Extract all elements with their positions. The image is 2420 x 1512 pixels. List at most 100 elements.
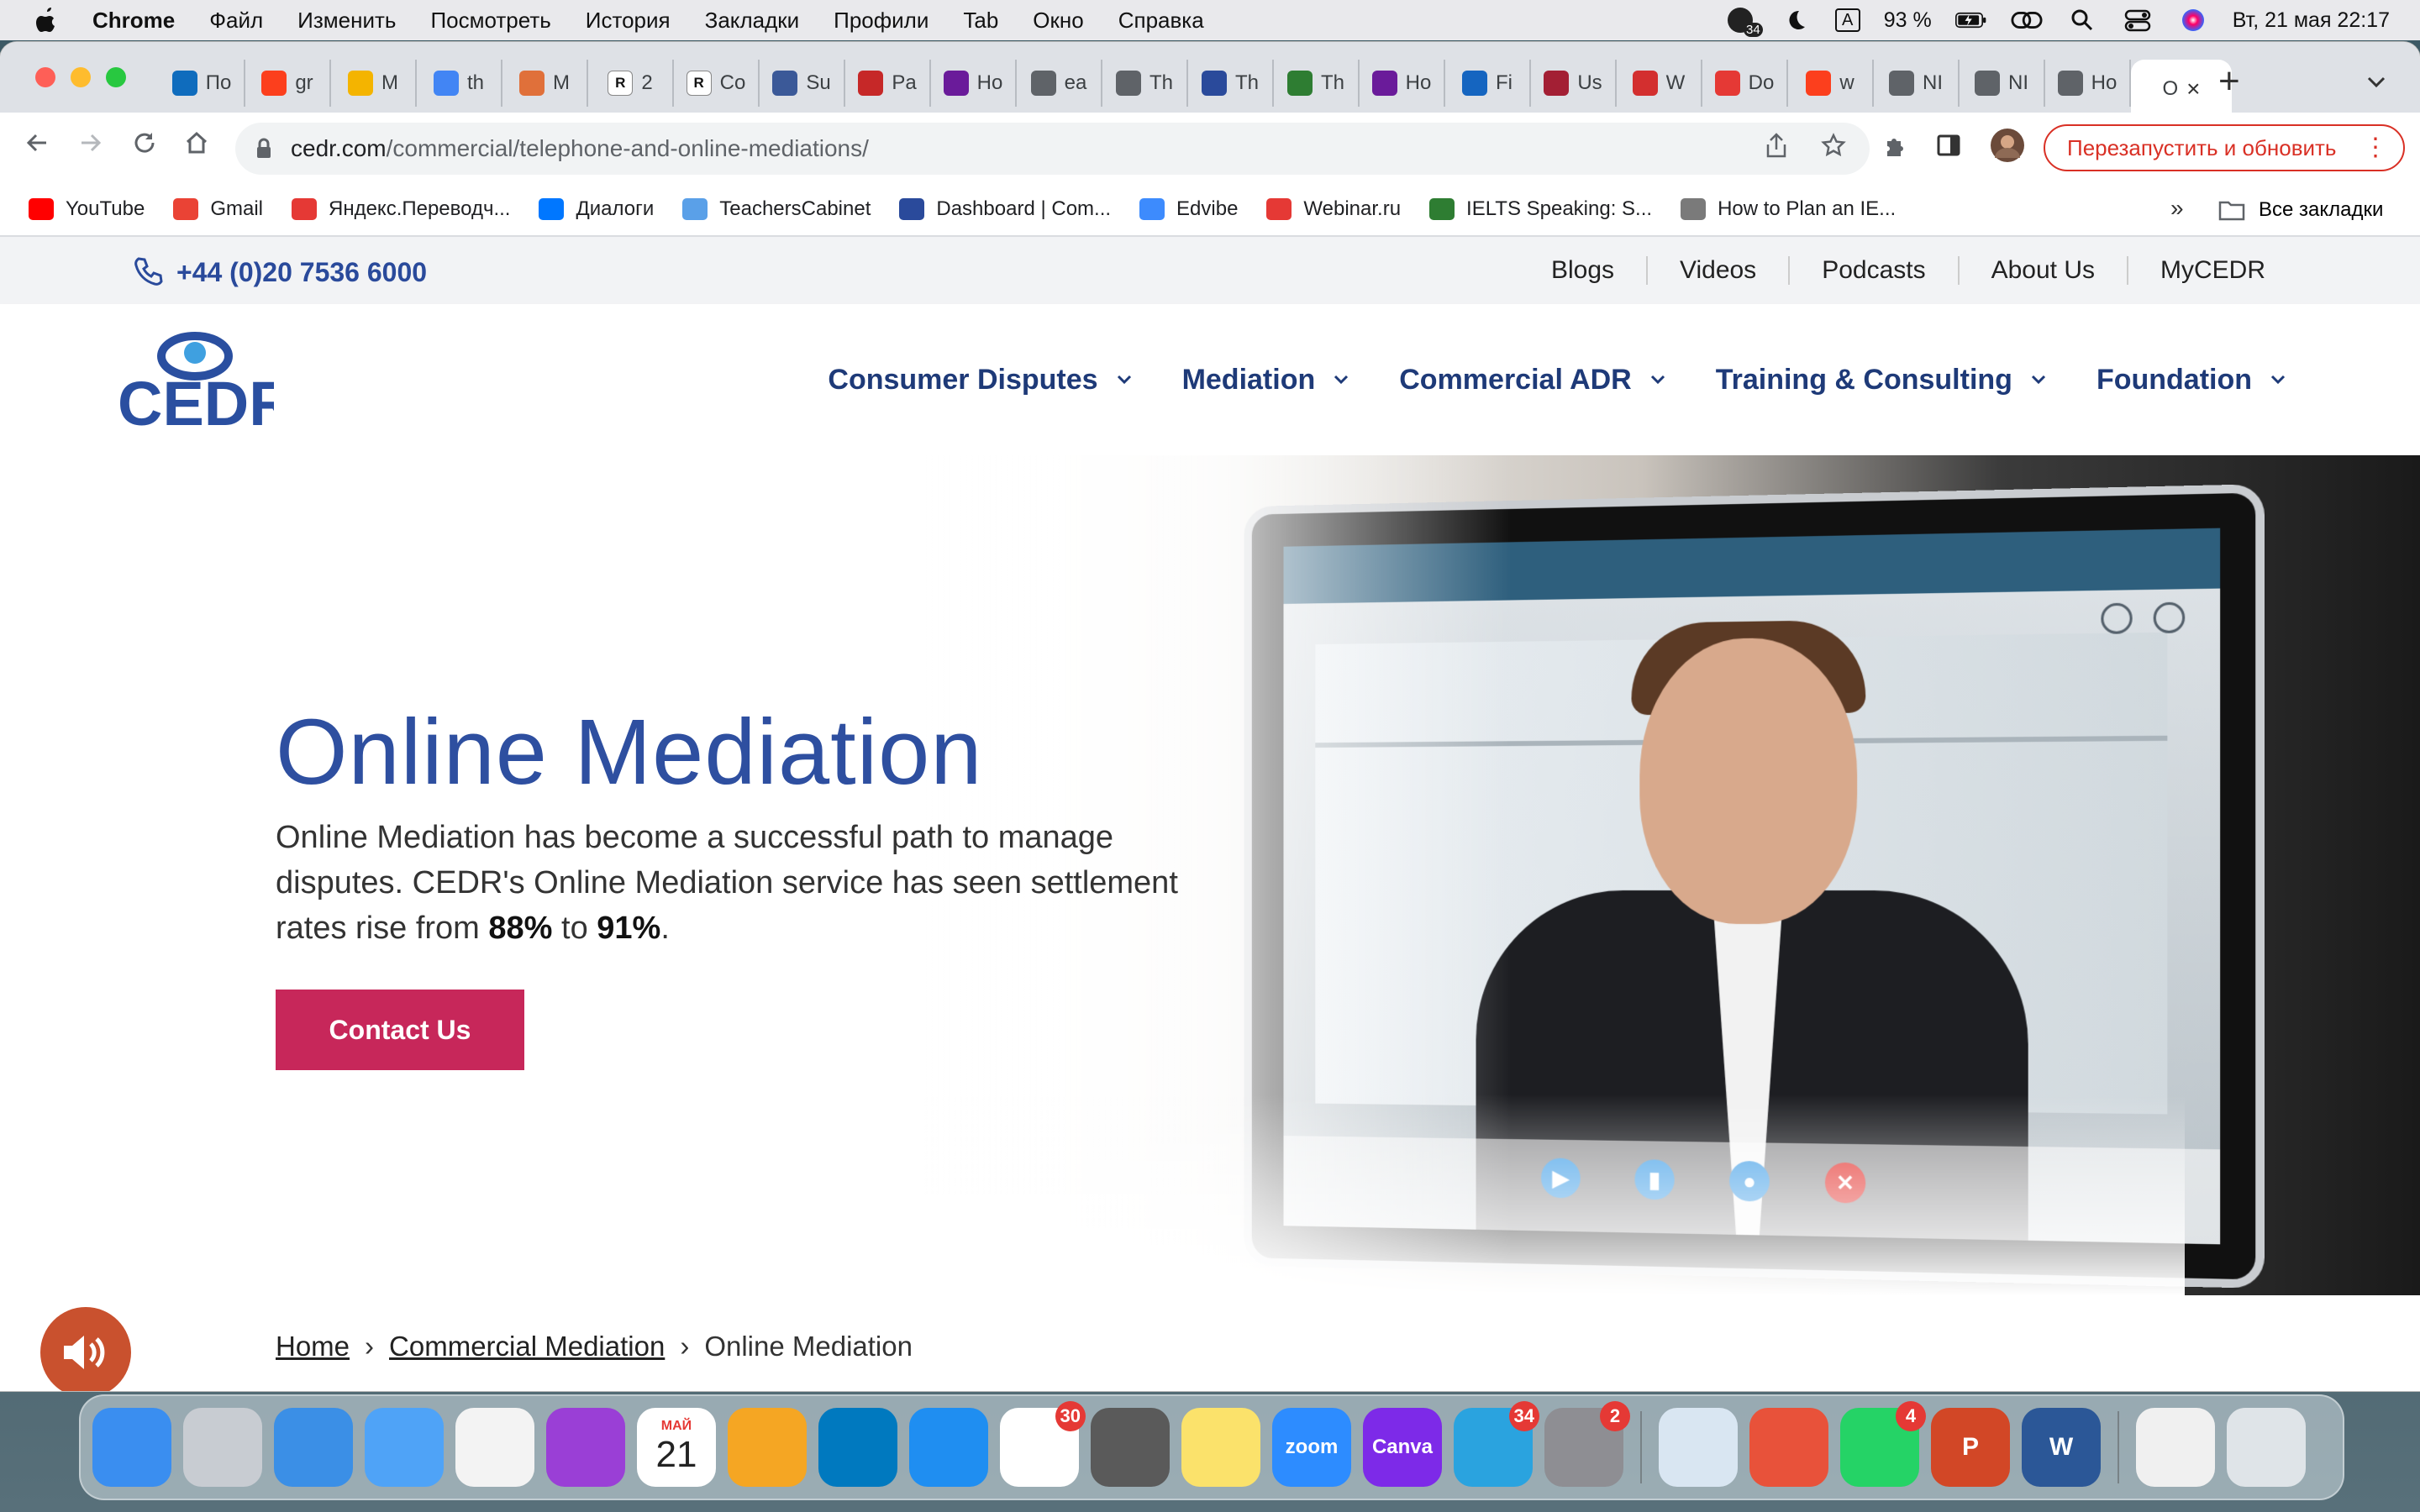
lock-icon[interactable] [255, 138, 272, 160]
nav-training-consulting[interactable]: Training & Consulting [1716, 364, 2046, 396]
menu-edit[interactable]: Изменить [297, 8, 396, 34]
home-button[interactable] [176, 128, 217, 163]
close-window-button[interactable] [35, 67, 55, 87]
control-center-icon[interactable] [2122, 7, 2154, 34]
bookmark-item[interactable]: Dashboard | Com... [899, 197, 1111, 221]
browser-tab[interactable]: R Co [674, 60, 760, 107]
browser-tab[interactable]: Us [1531, 60, 1617, 107]
menu-profiles[interactable]: Профили [834, 8, 929, 34]
side-panel-icon[interactable] [1936, 133, 1961, 162]
browser-tab[interactable]: NI [1960, 60, 2045, 107]
menu-help[interactable]: Справка [1118, 8, 1204, 34]
browser-tab[interactable]: M [331, 60, 417, 107]
preview-icon[interactable] [1659, 1408, 1738, 1487]
browser-tab[interactable]: Th [1188, 60, 1274, 107]
back-button[interactable] [17, 128, 57, 163]
word-icon[interactable]: W [2022, 1408, 2101, 1487]
browser-tab[interactable]: Ho [931, 60, 1017, 107]
link-videos[interactable]: Videos [1646, 256, 1788, 285]
pages-icon[interactable] [728, 1408, 807, 1487]
browser-tab[interactable]: Pa [845, 60, 931, 107]
speaker-audio-button[interactable] [40, 1307, 131, 1391]
contact-us-button[interactable]: Contact Us [276, 990, 524, 1070]
appstore-icon[interactable] [909, 1408, 988, 1487]
trash-icon[interactable] [2227, 1408, 2306, 1487]
canva-icon[interactable]: Canva [1363, 1408, 1442, 1487]
cedr-logo[interactable]: CEDR [118, 331, 274, 432]
browser-tab[interactable]: ea [1017, 60, 1102, 107]
nav-mediation[interactable]: Mediation [1182, 364, 1349, 396]
photos-icon[interactable] [455, 1408, 534, 1487]
whatsapp-icon[interactable]: 4 [1840, 1401, 1926, 1487]
trello-icon[interactable] [818, 1408, 897, 1487]
calendar-icon[interactable]: МАЙ 21 [637, 1408, 716, 1487]
zoom-window-button[interactable] [106, 67, 126, 87]
powerpoint-icon[interactable]: P [1931, 1408, 2010, 1487]
browser-tab[interactable]: Ho [1360, 60, 1445, 107]
bookmark-item[interactable]: Edvibe [1139, 197, 1238, 221]
bookmark-star-icon[interactable] [1821, 133, 1846, 165]
share-icon[interactable] [1765, 133, 1787, 165]
link-podcasts[interactable]: Podcasts [1788, 256, 1957, 285]
launchpad-icon[interactable] [183, 1408, 262, 1487]
safari-icon[interactable] [274, 1408, 353, 1487]
menu-file[interactable]: Файл [209, 8, 263, 34]
extensions-puzzle-icon[interactable] [1882, 133, 1907, 162]
breadcrumb-home[interactable]: Home [276, 1331, 350, 1362]
breadcrumb-commercial-mediation[interactable]: Commercial Mediation [389, 1331, 665, 1362]
notes-icon[interactable] [1181, 1408, 1260, 1487]
bookmark-item[interactable]: Webinar.ru [1266, 197, 1401, 221]
browser-tab[interactable]: Th [1102, 60, 1188, 107]
reload-button[interactable] [124, 128, 165, 163]
menu-datetime[interactable]: Вт, 21 мая 22:17 [2233, 8, 2390, 33]
link-icon[interactable] [2011, 7, 2043, 34]
bookmark-item[interactable]: How to Plan an IE... [1681, 197, 1896, 221]
zoom-icon[interactable]: zoom [1272, 1408, 1351, 1487]
browser-tab[interactable]: M [502, 60, 588, 107]
browser-tab[interactable]: Th [1274, 60, 1360, 107]
document-thumb-icon[interactable] [2136, 1408, 2215, 1487]
xmind-icon[interactable] [1749, 1408, 1828, 1487]
bookmark-item[interactable]: IELTS Speaking: S... [1429, 197, 1652, 221]
browser-tab[interactable]: gr [245, 60, 331, 107]
search-icon[interactable] [2066, 7, 2098, 34]
tab-active[interactable]: O × [2131, 60, 2232, 118]
calculator-icon[interactable] [1091, 1408, 1170, 1487]
phone-link[interactable]: +44 (0)20 7536 6000 [131, 255, 427, 289]
new-tab-button[interactable]: + [2218, 60, 2240, 102]
nav-commercial-adr[interactable]: Commercial ADR [1399, 364, 1665, 396]
browser-tab[interactable]: w [1788, 60, 1874, 107]
moon-icon[interactable] [1780, 7, 1812, 34]
close-tab-icon[interactable]: × [2186, 76, 2200, 102]
nav-consumer-disputes[interactable]: Consumer Disputes [828, 364, 1131, 396]
menu-history[interactable]: История [586, 8, 671, 34]
browser-tab[interactable]: По [160, 60, 245, 107]
menu-app-name[interactable]: Chrome [92, 8, 175, 34]
browser-tab[interactable]: NI [1874, 60, 1960, 107]
bookmark-item[interactable]: Яндекс.Переводч... [291, 197, 510, 221]
bookmark-item[interactable]: YouTube [29, 197, 145, 221]
browser-tab[interactable]: R2 [588, 60, 674, 107]
bookmark-item[interactable]: Диалоги [539, 197, 654, 221]
nav-foundation[interactable]: Foundation [2096, 364, 2286, 396]
input-source-icon[interactable]: A [1834, 8, 1860, 32]
battery-icon[interactable] [1954, 7, 1987, 34]
more-menu-icon[interactable]: ⋮ [2363, 133, 2388, 162]
profile-avatar[interactable] [1990, 128, 2025, 167]
forward-button[interactable] [71, 128, 111, 163]
podcasts-icon[interactable] [546, 1408, 625, 1487]
menu-window[interactable]: Окно [1033, 8, 1083, 34]
bookmark-item[interactable]: Gmail [173, 197, 263, 221]
apple-icon[interactable] [34, 6, 59, 34]
tab-search-chevron-icon[interactable] [2366, 69, 2386, 95]
browser-tab[interactable]: Do [1702, 60, 1788, 107]
browser-tab[interactable]: Fi [1445, 60, 1531, 107]
menu-bookmarks[interactable]: Закладки [705, 8, 800, 34]
settings-icon[interactable]: 2 [1544, 1401, 1630, 1487]
relaunch-update-button[interactable]: Перезапустить и обновить ⋮ [2044, 124, 2405, 171]
browser-tab[interactable]: Ho [2045, 60, 2131, 107]
link-blogs[interactable]: Blogs [1519, 256, 1646, 285]
link-mycedr[interactable]: MyCEDR [2127, 256, 2297, 285]
bookmarks-overflow-icon[interactable]: » [2170, 195, 2184, 222]
telegram-icon[interactable]: 34 [1454, 1401, 1539, 1487]
